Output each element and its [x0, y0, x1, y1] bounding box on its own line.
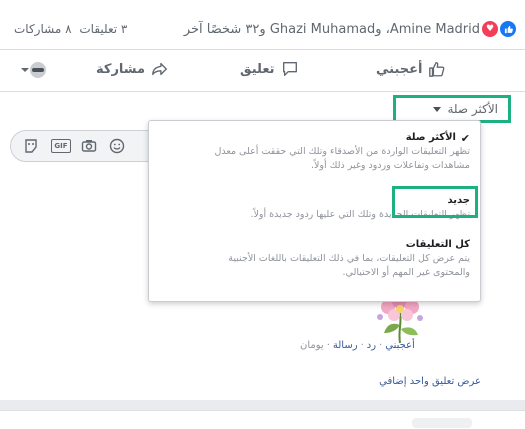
divider	[0, 49, 525, 50]
comment-message-link[interactable]: رسالة	[333, 340, 358, 351]
share-label: مشاركة	[96, 61, 146, 77]
next-post-placeholder	[412, 418, 472, 428]
newest-highlight	[392, 186, 478, 218]
sticker-icon[interactable]	[23, 138, 39, 154]
menu-item-title: كل التعليقات	[405, 239, 470, 250]
post-as-selector[interactable]	[16, 62, 46, 78]
like-button[interactable]: أعجبني	[376, 60, 446, 78]
avatar	[30, 62, 46, 78]
comment-action-links: أعجبني·رد·رسالة·يومان	[300, 340, 415, 351]
love-icon: ♥	[481, 20, 499, 38]
feed-separator	[0, 400, 525, 410]
engagement-counts: ٣ تعليقات ٨ مشاركات	[12, 22, 129, 36]
gif-icon[interactable]: GIF	[51, 139, 71, 153]
menu-item-description: يتم عرض كل التعليقات، بما في ذلك التعليق…	[228, 253, 470, 278]
reactions-summary[interactable]: ♥ Amine Madrid، وGhazi Muhamad و٣٢ شخصًا…	[184, 20, 517, 38]
view-more-comments-link[interactable]: عرض تعليق واحد إضافي	[379, 376, 481, 387]
comment-timestamp[interactable]: يومان	[300, 340, 324, 351]
menu-item-all-comments[interactable]: كل التعليقات يتم عرض كل التعليقات، بما ف…	[149, 239, 480, 280]
post-summary: ♥ Amine Madrid، وGhazi Muhamad و٣٢ شخصًا…	[0, 0, 525, 48]
reactors-text[interactable]: Amine Madrid، وGhazi Muhamad و٣٢ شخصًا آ…	[184, 22, 480, 37]
thumbs-up-icon	[429, 62, 445, 77]
post-action-bar: أعجبني تعليق مشاركة	[0, 52, 525, 90]
like-icon	[499, 20, 517, 38]
menu-item-description: تظهر التعليقات الواردة من الأصدقاء وتلك …	[214, 146, 470, 171]
share-button[interactable]: مشاركة	[96, 60, 169, 78]
caret-down-icon	[433, 106, 442, 112]
reaction-icons: ♥	[481, 20, 517, 38]
sort-label: الأكثر صلة	[447, 102, 498, 116]
comment-composer[interactable]: GIF	[10, 130, 162, 162]
share-icon	[152, 62, 168, 76]
sort-selector[interactable]: الأكثر صلة	[393, 95, 511, 123]
comment-reply-link[interactable]: رد	[367, 340, 376, 351]
comment-button[interactable]: تعليق	[240, 60, 299, 78]
like-label: أعجبني	[376, 61, 423, 77]
comments-count[interactable]: ٣ تعليقات	[79, 22, 127, 36]
shares-count[interactable]: ٨ مشاركات	[14, 22, 72, 36]
caret-down-icon	[21, 68, 29, 72]
camera-icon[interactable]	[81, 138, 97, 154]
comment-like-link[interactable]: أعجبني	[385, 340, 415, 351]
comment-icon	[282, 62, 297, 76]
menu-item-most-relevant[interactable]: ✔ الأكثر صلة تظهر التعليقات الواردة من ا…	[149, 132, 480, 173]
sort-trigger[interactable]: الأكثر صلة	[433, 102, 498, 116]
divider	[0, 91, 525, 92]
comment-label: تعليق	[240, 61, 275, 77]
checkmark-icon: ✔	[460, 132, 470, 145]
menu-item-title: الأكثر صلة	[405, 132, 456, 143]
emoji-icon[interactable]	[109, 138, 125, 154]
